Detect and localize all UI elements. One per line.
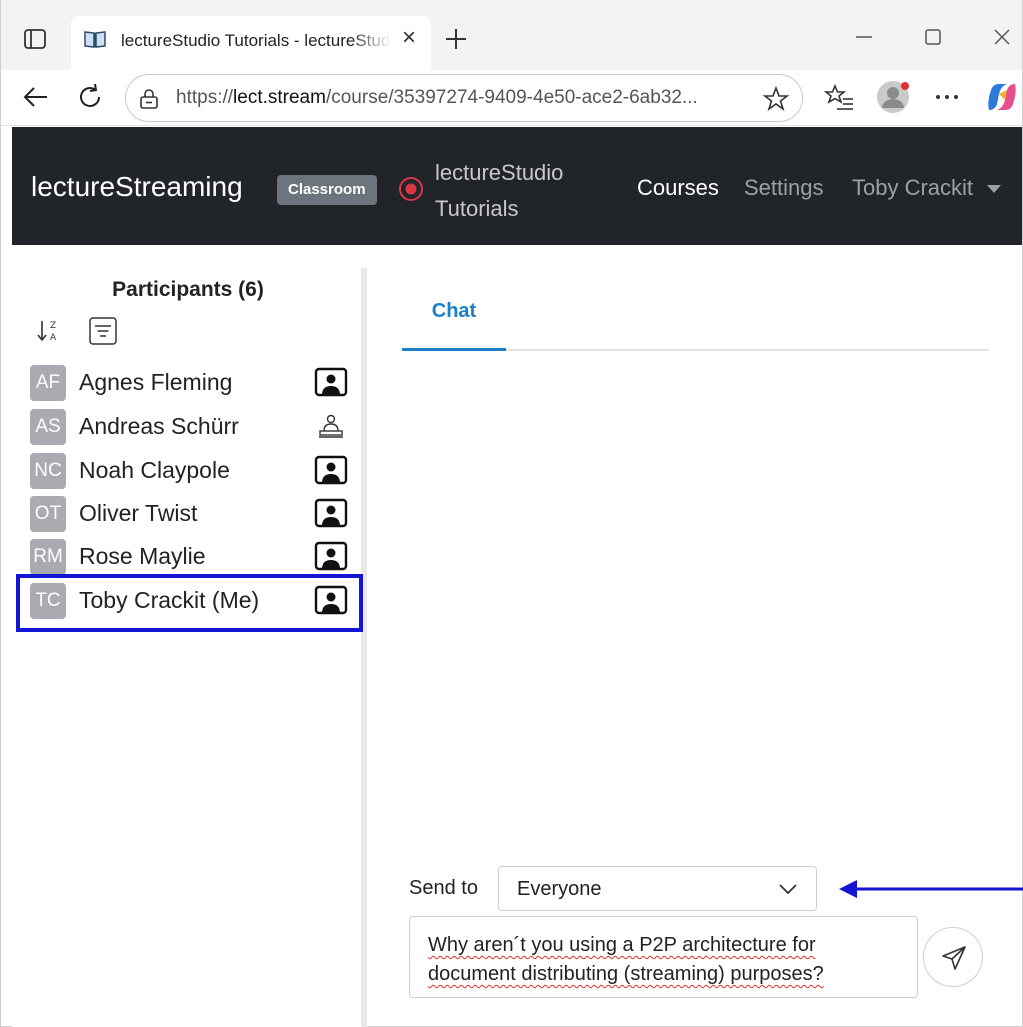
- close-icon[interactable]: [989, 24, 1015, 50]
- filter-icon[interactable]: [88, 316, 118, 346]
- recording-icon: [399, 177, 423, 201]
- copilot-icon[interactable]: [985, 80, 1019, 114]
- browser-tab[interactable]: lectureStudio Tutorials - lectureStudio …: [71, 16, 431, 70]
- more-icon[interactable]: [930, 80, 964, 114]
- tab-chat-label: Chat: [431, 300, 477, 322]
- nav-settings[interactable]: Settings: [744, 175, 824, 201]
- sort-alpha-icon[interactable]: Z A: [36, 318, 62, 344]
- tab-chat[interactable]: Chat: [402, 296, 506, 352]
- message-input[interactable]: Why aren´t you using a P2P architecture …: [409, 916, 918, 998]
- avatar: OT: [30, 496, 66, 532]
- browser-window: lectureStudio Tutorials - lectureStudio …: [0, 0, 1023, 1027]
- annotation-arrow-icon: [839, 880, 1023, 898]
- book-icon: [84, 31, 106, 48]
- avatar: RM: [30, 539, 66, 575]
- minimize-icon[interactable]: [851, 24, 877, 50]
- participants-panel: Participants (6) Z A AF Agnes Fleming AS…: [12, 268, 364, 1027]
- maximize-icon[interactable]: [920, 24, 946, 50]
- chevron-down-icon: [779, 884, 797, 895]
- participants-title: Participants (6): [112, 278, 264, 301]
- participant-row[interactable]: OT Oliver Twist: [12, 492, 364, 536]
- participant-row[interactable]: RM Rose Maylie: [12, 535, 364, 579]
- presenter-icon: [319, 414, 343, 438]
- participant-row[interactable]: AS Andreas Schürr: [12, 405, 364, 449]
- tab-title: lectureStudio Tutorials - lectureStudio: [121, 31, 391, 50]
- video-person-icon: [314, 498, 348, 528]
- brand-logo[interactable]: lectureStreaming: [31, 171, 243, 203]
- favorites-icon[interactable]: [823, 80, 857, 114]
- plus-icon[interactable]: [443, 26, 469, 52]
- user-menu[interactable]: Toby Crackit: [852, 175, 973, 201]
- recipient-select[interactable]: Everyone: [498, 866, 817, 911]
- svg-text:Z: Z: [50, 321, 56, 331]
- course-title: lectureStudio Tutorials: [435, 160, 564, 221]
- profile-icon[interactable]: [876, 80, 910, 114]
- nav-courses[interactable]: Courses: [637, 175, 719, 201]
- address-bar[interactable]: https://lect.stream/course/35397274-9409…: [125, 74, 803, 122]
- recipient-value: Everyone: [517, 878, 602, 900]
- self-highlight-box: [16, 574, 363, 632]
- video-person-icon: [314, 367, 348, 397]
- caret-down-icon[interactable]: [987, 185, 1001, 193]
- send-button[interactable]: [923, 927, 983, 987]
- participant-name: Andreas Schürr: [79, 413, 239, 439]
- video-person-icon: [314, 455, 348, 485]
- tab-divider: [506, 349, 989, 351]
- participant-row[interactable]: AF Agnes Fleming: [12, 361, 364, 405]
- participant-row[interactable]: NC Noah Claypole: [12, 449, 364, 493]
- lock-icon[interactable]: [138, 88, 160, 110]
- url-text[interactable]: https://lect.stream/course/35397274-9409…: [176, 87, 756, 109]
- participant-name: Oliver Twist: [79, 500, 198, 526]
- tab-active-indicator: [402, 348, 506, 351]
- app-header: lectureStreaming Classroom lectureStudio…: [12, 127, 1022, 245]
- avatar: AF: [30, 365, 66, 401]
- back-arrow-icon[interactable]: [21, 82, 51, 112]
- classroom-badge: Classroom: [277, 175, 377, 205]
- panel-divider[interactable]: [361, 268, 367, 1027]
- avatar: AS: [30, 409, 66, 445]
- participant-name: Rose Maylie: [79, 543, 206, 569]
- send-to-label: Send to: [409, 877, 478, 899]
- message-line: Why aren´t you using a P2P architecture …: [428, 934, 816, 956]
- svg-text:A: A: [50, 333, 57, 343]
- participant-name: Agnes Fleming: [79, 369, 233, 395]
- send-icon: [942, 946, 966, 970]
- tab-actions-icon[interactable]: [23, 28, 47, 50]
- participant-name: Noah Claypole: [79, 457, 230, 483]
- message-line: document distributing (streaming) purpos…: [428, 963, 824, 985]
- address-toolbar: https://lect.stream/course/35397274-9409…: [1, 70, 1022, 126]
- avatar: NC: [30, 453, 66, 489]
- star-icon[interactable]: [762, 85, 790, 113]
- tab-strip: lectureStudio Tutorials - lectureStudio …: [1, 0, 1022, 70]
- refresh-icon[interactable]: [75, 82, 105, 112]
- close-icon[interactable]: ×: [399, 26, 419, 50]
- video-person-icon: [314, 541, 348, 571]
